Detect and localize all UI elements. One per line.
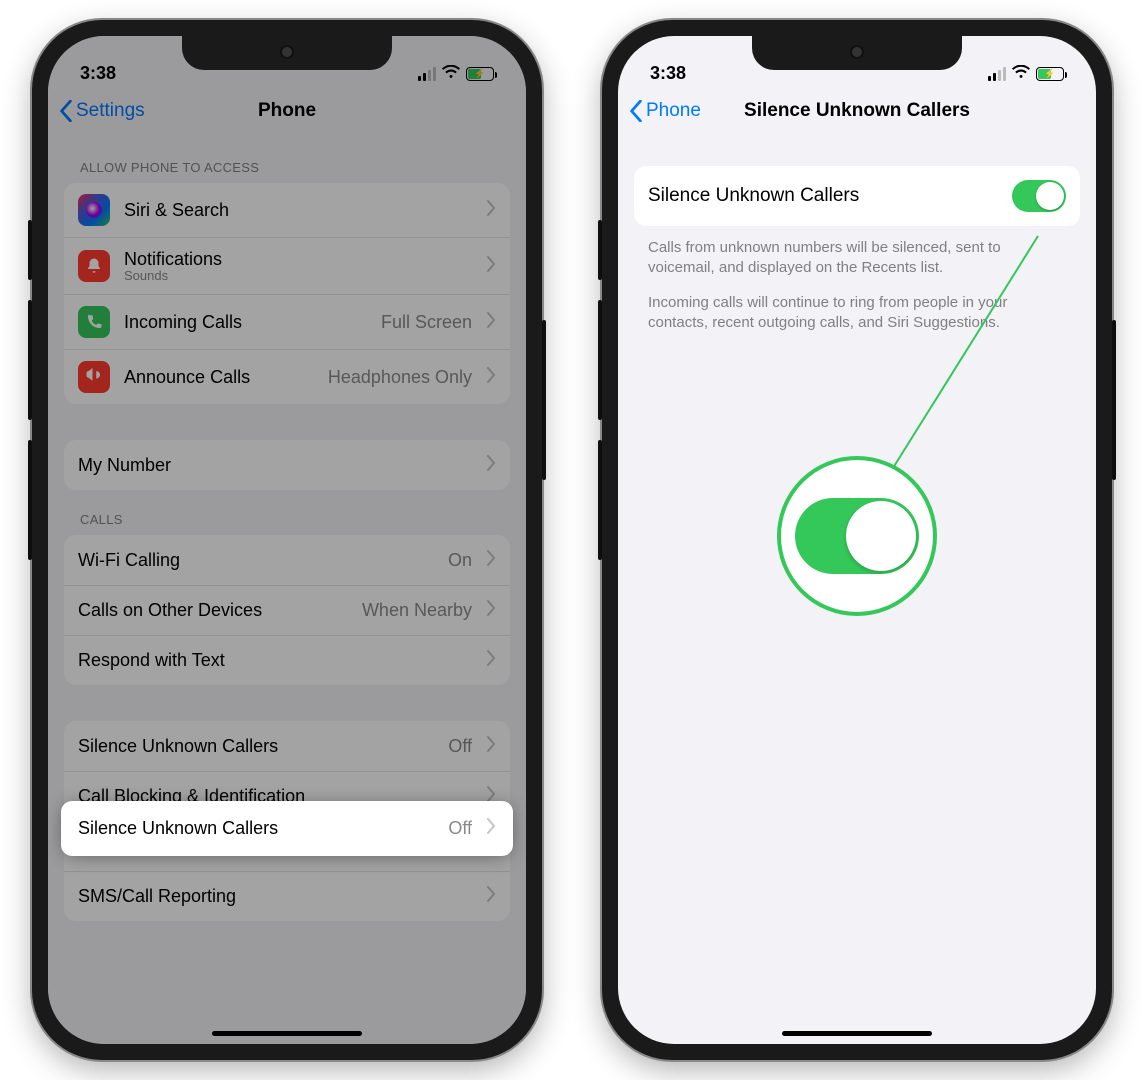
toggle-label: Silence Unknown Callers bbox=[648, 185, 859, 207]
phone-incoming-icon bbox=[78, 306, 110, 338]
chevron-right-icon bbox=[486, 650, 496, 671]
row-label: Announce Calls bbox=[124, 367, 250, 388]
nav-bar: Phone Silence Unknown Callers bbox=[618, 88, 1096, 138]
row-label: Calls on Other Devices bbox=[78, 600, 262, 621]
highlighted-row-silence-unknown[interactable]: Silence Unknown Callers Off bbox=[64, 804, 510, 853]
section-header-calls: Calls bbox=[48, 490, 526, 535]
row-value: Off bbox=[448, 736, 472, 757]
battery-icon: ⚡ bbox=[466, 67, 494, 81]
row-respond-with-text[interactable]: Respond with Text bbox=[64, 635, 510, 685]
row-label: Silence Unknown Callers bbox=[78, 736, 278, 757]
explain-text-1: Calls from unknown numbers will be silen… bbox=[618, 226, 1096, 279]
status-time: 3:38 bbox=[80, 63, 116, 84]
row-label: Silence Unknown Callers bbox=[78, 818, 278, 839]
row-value: When Nearby bbox=[362, 600, 472, 621]
announce-icon bbox=[78, 361, 110, 393]
page-title: Silence Unknown Callers bbox=[618, 100, 1096, 122]
row-label: My Number bbox=[78, 455, 171, 476]
signal-icon bbox=[988, 67, 1006, 81]
row-label: Incoming Calls bbox=[124, 312, 242, 333]
nav-bar: Settings Phone bbox=[48, 88, 526, 138]
row-value: Full Screen bbox=[381, 312, 472, 333]
chevron-right-icon bbox=[486, 200, 496, 221]
row-value: Off bbox=[448, 818, 472, 839]
explain-text-2: Incoming calls will continue to ring fro… bbox=[618, 279, 1096, 334]
chevron-right-icon bbox=[486, 550, 496, 571]
home-indicator[interactable] bbox=[782, 1031, 932, 1036]
chevron-right-icon bbox=[486, 600, 496, 621]
row-sms-call-reporting[interactable]: SMS/Call Reporting bbox=[64, 871, 510, 921]
list-calls: Wi-Fi Calling On Calls on Other Devices … bbox=[64, 535, 510, 685]
row-announce-calls[interactable]: Announce Calls Headphones Only bbox=[64, 349, 510, 404]
list-access: Siri & Search Notifications Sounds bbox=[64, 183, 510, 404]
chevron-right-icon bbox=[486, 455, 496, 476]
status-time: 3:38 bbox=[650, 63, 686, 84]
chevron-right-icon bbox=[486, 256, 496, 277]
row-value: Headphones Only bbox=[328, 367, 472, 388]
chevron-right-icon bbox=[486, 818, 496, 839]
wifi-icon bbox=[442, 63, 460, 84]
bell-icon bbox=[78, 250, 110, 282]
section-header-access: Allow Phone to Access bbox=[48, 138, 526, 183]
notch bbox=[752, 36, 962, 70]
zoom-annotation-circle bbox=[777, 456, 937, 616]
row-my-number[interactable]: My Number bbox=[64, 440, 510, 490]
row-calls-other-devices[interactable]: Calls on Other Devices When Nearby bbox=[64, 585, 510, 635]
toggle-switch[interactable] bbox=[1012, 180, 1066, 212]
row-silence-unknown[interactable]: Silence Unknown Callers Off bbox=[64, 721, 510, 771]
chevron-right-icon bbox=[486, 886, 496, 907]
row-notifications[interactable]: Notifications Sounds bbox=[64, 237, 510, 294]
phone-frame-left: 3:38 ⚡ Settings Phone Allow Phone to Acc… bbox=[32, 20, 542, 1060]
row-value: On bbox=[448, 550, 472, 571]
row-label: Respond with Text bbox=[78, 650, 225, 671]
phone-frame-right: 3:38 ⚡ Phone Silence Unknown Callers Sil… bbox=[602, 20, 1112, 1060]
row-label: Wi-Fi Calling bbox=[78, 550, 180, 571]
row-label: SMS/Call Reporting bbox=[78, 886, 236, 907]
chevron-right-icon bbox=[486, 312, 496, 333]
chevron-right-icon bbox=[486, 367, 496, 388]
screen-left: 3:38 ⚡ Settings Phone Allow Phone to Acc… bbox=[48, 36, 526, 1044]
screen-right: 3:38 ⚡ Phone Silence Unknown Callers Sil… bbox=[618, 36, 1096, 1044]
list-my-number: My Number bbox=[64, 440, 510, 490]
page-title: Phone bbox=[48, 100, 526, 122]
siri-icon bbox=[78, 194, 110, 226]
battery-icon: ⚡ bbox=[1036, 67, 1064, 81]
row-incoming-calls[interactable]: Incoming Calls Full Screen bbox=[64, 294, 510, 349]
zoom-toggle-switch-icon bbox=[795, 498, 919, 574]
row-label: Siri & Search bbox=[124, 200, 229, 221]
row-label: Notifications bbox=[124, 249, 222, 270]
home-indicator[interactable] bbox=[212, 1031, 362, 1036]
notch bbox=[182, 36, 392, 70]
row-silence-unknown-toggle: Silence Unknown Callers bbox=[634, 166, 1080, 226]
chevron-right-icon bbox=[486, 736, 496, 757]
row-wifi-calling[interactable]: Wi-Fi Calling On bbox=[64, 535, 510, 585]
row-sublabel: Sounds bbox=[124, 268, 222, 283]
signal-icon bbox=[418, 67, 436, 81]
wifi-icon bbox=[1012, 63, 1030, 84]
row-siri-search[interactable]: Siri & Search bbox=[64, 183, 510, 237]
